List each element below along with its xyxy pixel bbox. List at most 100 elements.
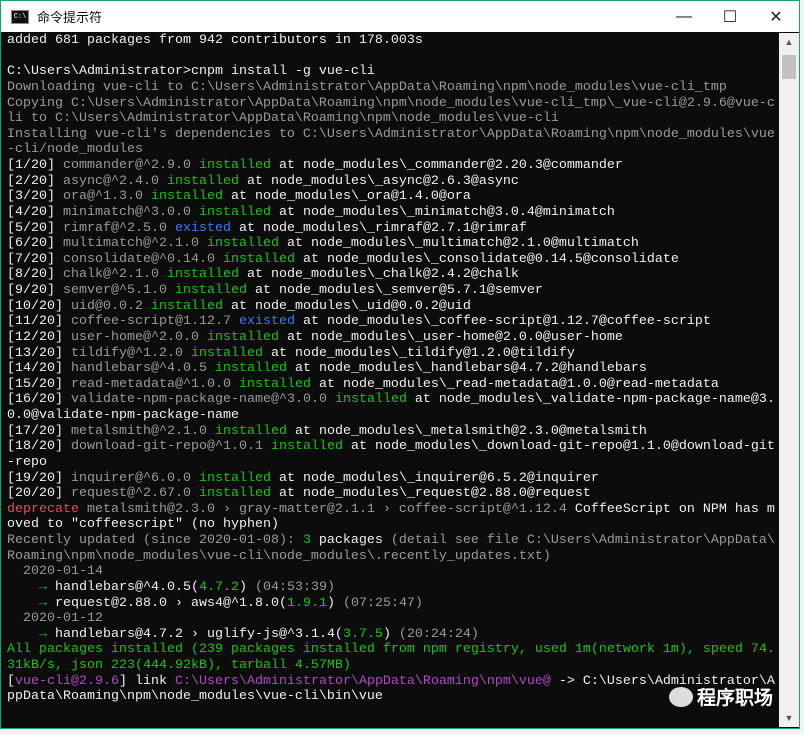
terminal-text-segment: Copying C:\Users\Administrator\AppData\R…: [7, 95, 775, 111]
terminal-text-segment: [: [7, 673, 15, 689]
terminal-line: Copying C:\Users\Administrator\AppData\R…: [7, 96, 775, 112]
terminal-text-segment: (07:25:47): [334, 595, 423, 611]
terminal-line: → handlebars@^4.0.5(4.7.2) (04:53:39): [7, 580, 775, 596]
terminal-line: oved to "coffeescript" (no hyphen): [7, 517, 775, 533]
terminal-text-segment: [6/20]: [7, 236, 63, 252]
terminal-text-segment: C:\Users\Administrator\AppData\Roaming\n…: [174, 673, 551, 689]
terminal-text-segment: →: [7, 579, 55, 595]
terminal-text-segment: at node_modules\_rimraf@2.7.1@rimraf: [230, 220, 527, 236]
terminal-line: -repo: [7, 455, 775, 471]
terminal-line: All packages installed (239 packages ins…: [7, 642, 775, 658]
terminal-text-segment: handlebars@^4.0.5: [71, 361, 215, 377]
terminal-text-segment: -cli/node_modules: [7, 142, 143, 158]
terminal-line: C:\Users\Administrator>cnpm install -g v…: [7, 64, 775, 80]
terminal-text-segment: ): [326, 595, 335, 611]
terminal-text-segment: download-git-repo@^1.0.1: [71, 439, 271, 455]
terminal-line: li to C:\Users\Administrator\AppData\Roa…: [7, 111, 775, 127]
terminal-line: ppData\Roaming\npm\node_modules\vue-cli\…: [7, 689, 775, 705]
terminal-text-segment: minimatch@^3.0.0: [63, 204, 199, 220]
terminal-line: Recently updated (since 2020-01-08): 3 p…: [7, 533, 775, 549]
terminal-text-segment: installed: [206, 329, 279, 345]
terminal-line: [11/20] coffee-script@1.12.7 existed at …: [7, 314, 775, 330]
terminal-text-segment: request@^2.67.0: [71, 486, 199, 502]
terminal-text-segment: [10/20]: [7, 298, 71, 314]
terminal-text-segment: CoffeeScript on NPM has m: [566, 501, 775, 517]
terminal-text-segment: tildify@^1.2.0: [71, 345, 191, 361]
terminal-text-segment: installed: [222, 251, 295, 267]
terminal-line: -cli/node_modules: [7, 142, 775, 158]
minimize-button[interactable]: —: [661, 1, 707, 32]
terminal-text-segment: C:\Users\Administrator>cnpm install -g v…: [7, 64, 375, 80]
terminal-text-segment: 3: [302, 533, 311, 548]
terminal-text-segment: [5/20]: [7, 220, 63, 236]
terminal-text-segment: commander@^2.9.0: [63, 158, 199, 173]
terminal-text-segment: installed: [150, 189, 223, 205]
terminal-text-segment: [2/20]: [7, 173, 63, 189]
terminal-text-segment: ppData\Roaming\npm\node_modules\vue-cli\…: [7, 689, 383, 705]
wechat-icon: [668, 686, 693, 707]
terminal-text-segment: 1.9.1: [286, 595, 327, 611]
terminal-line: [9/20] semver@^5.1.0 installed at node_m…: [7, 283, 775, 299]
terminal-line: [20/20] request@^2.67.0 installed at nod…: [7, 486, 775, 502]
terminal-text-segment: 31kB/s, json 223(444.92kB), tarball 4.57…: [7, 658, 351, 673]
vertical-scrollbar[interactable]: ▲ ▼: [779, 33, 799, 727]
terminal-line: [2/20] async@^2.4.0 installed at node_mo…: [7, 174, 775, 190]
terminal-line: → request@2.88.0 › aws4@^1.8.0(1.9.1) (0…: [7, 596, 775, 612]
terminal-text-segment: vue-cli@2.9.6: [15, 673, 119, 689]
terminal-text-segment: packages: [310, 533, 383, 548]
terminal-output[interactable]: added 681 packages from 942 contributors…: [7, 33, 775, 723]
terminal-text-segment: oved to "coffeescript" (no hyphen): [7, 517, 279, 533]
terminal-text-segment: installed: [206, 236, 279, 252]
scroll-up-arrow-icon[interactable]: ▲: [779, 37, 799, 47]
terminal-line: → handlebars@4.7.2 › uglify-js@^3.1.4(3.…: [7, 627, 775, 643]
terminal-text-segment: →: [7, 626, 55, 642]
title-bar[interactable]: C:\ 命令提示符 — ☐ ✕: [1, 1, 799, 32]
terminal-text-segment: [4/20]: [7, 204, 63, 220]
terminal-text-segment: Installing vue-cli's dependencies to C:\…: [7, 126, 775, 142]
terminal-line: [8/20] chalk@^2.1.0 installed at node_mo…: [7, 267, 775, 283]
close-button[interactable]: ✕: [753, 1, 799, 32]
maximize-button[interactable]: ☐: [707, 1, 753, 32]
terminal-text-segment: at node_modules\_tildify@1.2.0@tildify: [262, 345, 575, 361]
terminal-line: Installing vue-cli's dependencies to C:\…: [7, 127, 775, 143]
terminal-text-segment: at node_modules\_validate-npm-package-na…: [406, 392, 775, 408]
terminal-text-segment: uid@0.0.2: [71, 298, 151, 314]
terminal-text-segment: installed: [198, 158, 271, 173]
terminal-text-segment: at node_modules\_metalsmith@2.3.0@metals…: [286, 423, 647, 439]
terminal-text-segment: at node_modules\_uid@0.0.2@uid: [222, 298, 471, 314]
terminal-text-segment: at node_modules\_commander@2.20.3@comman…: [270, 158, 623, 173]
terminal-line: Downloading vue-cli to C:\Users\Administ…: [7, 80, 775, 96]
scrollbar-thumb[interactable]: [782, 55, 796, 79]
terminal-text-segment: (04:53:39): [246, 579, 335, 595]
terminal-text-segment: installed: [198, 470, 271, 486]
terminal-text-segment: request@2.88.0 › aws4@^1.8.0(: [55, 595, 287, 611]
scroll-down-arrow-icon[interactable]: ▼: [779, 713, 799, 723]
terminal-text-segment: [8/20]: [7, 267, 63, 283]
terminal-text-segment: installed: [190, 345, 263, 361]
terminal-text-segment: [19/20]: [7, 470, 71, 486]
terminal-text-segment: [20/20]: [7, 486, 71, 502]
terminal-text-segment: consolidate@^0.14.0: [63, 251, 223, 267]
terminal-text-segment: handlebars@^4.0.5(: [55, 579, 199, 595]
terminal-text-segment: at node_modules\_minimatch@3.0.4@minimat…: [270, 204, 615, 220]
terminal-text-segment: metalsmith@^2.1.0: [71, 423, 215, 439]
terminal-line: [5/20] rimraf@^2.5.0 existed at node_mod…: [7, 221, 775, 237]
terminal-text-segment: 2020-01-12: [7, 611, 103, 627]
terminal-text-segment: added 681 packages from 942 contributors…: [7, 33, 423, 48]
terminal-text-segment: at node_modules\_coffee-script@1.12.7@co…: [294, 314, 711, 330]
terminal-line: [17/20] metalsmith@^2.1.0 installed at n…: [7, 424, 775, 440]
cmd-window: C:\ 命令提示符 — ☐ ✕ added 681 packages from …: [0, 0, 800, 729]
terminal-line: [1/20] commander@^2.9.0 installed at nod…: [7, 158, 775, 174]
terminal-line: [19/20] inquirer@^6.0.0 installed at nod…: [7, 471, 775, 487]
terminal-text-segment: (detail see file C:\Users\Administrator\…: [382, 533, 775, 548]
terminal-text-segment: Downloading vue-cli to C:\Users\Administ…: [7, 79, 727, 95]
terminal-line: 31kB/s, json 223(444.92kB), tarball 4.57…: [7, 658, 775, 674]
terminal-text-segment: inquirer@^6.0.0: [71, 470, 199, 486]
terminal-line: [15/20] read-metadata@^1.0.0 installed a…: [7, 377, 775, 393]
terminal-text-segment: rimraf@^2.5.0: [63, 220, 175, 236]
terminal-text-segment: at node_modules\_chalk@2.4.2@chalk: [238, 267, 519, 283]
terminal-text-segment: at node_modules\_download-git-repo@1.1.0…: [342, 439, 775, 455]
terminal-text-segment: -repo: [7, 454, 47, 470]
terminal-line: 0.0@validate-npm-package-name: [7, 408, 775, 424]
terminal-text-segment: 4.7.2: [198, 579, 239, 595]
